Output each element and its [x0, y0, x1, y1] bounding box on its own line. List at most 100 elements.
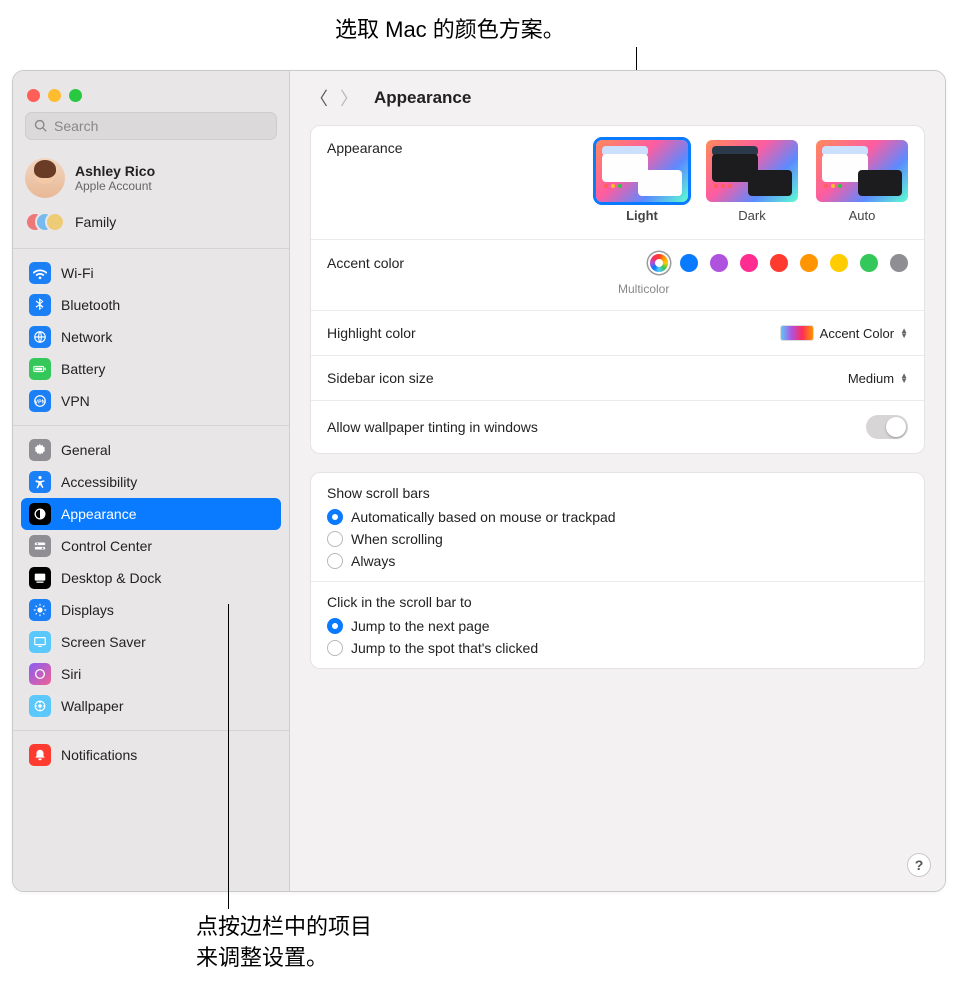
wallpaper-tinting-row: Allow wallpaper tinting in windows	[311, 401, 924, 453]
sidebar-item-displays[interactable]: Displays	[21, 594, 281, 626]
callout-bottom: 点按边栏中的项目 来调整设置。	[196, 912, 372, 974]
sidebar-item-battery[interactable]: Battery	[21, 353, 281, 385]
sidebar-item-label: Displays	[61, 602, 114, 618]
accent-swatch-red[interactable]	[770, 254, 788, 272]
accent-swatch-blue[interactable]	[680, 254, 698, 272]
sidebar-icon-size-value: Medium	[848, 371, 894, 386]
divider	[13, 248, 289, 249]
accent-swatch-pink[interactable]	[740, 254, 758, 272]
avatar	[25, 158, 65, 198]
content-scroll: Appearance Light	[290, 125, 945, 891]
sidebar-item-general[interactable]: General	[21, 434, 281, 466]
zoom-window-button[interactable]	[69, 89, 82, 102]
sidebar-item-label: Wallpaper	[61, 698, 124, 714]
scrollbars-opt-always[interactable]: Always	[327, 553, 908, 569]
radio-label: Automatically based on mouse or trackpad	[351, 509, 616, 525]
accent-swatches	[650, 254, 908, 272]
thumb-dark-preview	[706, 140, 798, 202]
accent-selected-name: Multicolor	[618, 282, 908, 296]
radio-icon	[327, 531, 343, 547]
thumb-auto-preview	[816, 140, 908, 202]
thumb-label: Auto	[849, 208, 876, 223]
accent-swatch-orange[interactable]	[800, 254, 818, 272]
sidebar-icon-size-dropdown[interactable]: Medium ▲▼	[848, 371, 908, 386]
appearance-icon	[29, 503, 51, 525]
appearance-option-auto[interactable]: Auto	[816, 140, 908, 223]
scrollclick-title: Click in the scroll bar to	[327, 594, 908, 610]
accent-swatch-green[interactable]	[860, 254, 878, 272]
close-window-button[interactable]	[27, 89, 40, 102]
sidebar-icon-size-row: Sidebar icon size Medium ▲▼	[311, 356, 924, 401]
accessibility-icon	[29, 471, 51, 493]
accent-swatch-purple[interactable]	[710, 254, 728, 272]
row-label-tinting: Allow wallpaper tinting in windows	[327, 419, 538, 435]
nav-group-connectivity: Wi-Fi Bluetooth Network Battery VPN VPN	[13, 253, 289, 421]
search-wrap: Search	[13, 108, 289, 152]
sidebar-item-wallpaper[interactable]: Wallpaper	[21, 690, 281, 722]
sidebar-item-label: VPN	[61, 393, 90, 409]
accent-color-row: Accent color Multi	[311, 240, 924, 311]
sidebar-item-appearance[interactable]: Appearance	[21, 498, 281, 530]
account-text: Ashley Rico Apple Account	[75, 163, 155, 193]
gear-icon	[29, 439, 51, 461]
callout-bottom-line2: 来调整设置。	[196, 943, 372, 974]
family-row[interactable]: Family	[13, 204, 289, 244]
scrollclick-opt-spot[interactable]: Jump to the spot that's clicked	[327, 640, 908, 656]
main-content: 〈 〉 Appearance Appearance Light	[290, 71, 945, 891]
svg-text:VPN: VPN	[35, 400, 46, 406]
row-label-sidebar-icon: Sidebar icon size	[327, 370, 434, 386]
radio-label: Always	[351, 553, 395, 569]
apple-account-row[interactable]: Ashley Rico Apple Account	[13, 152, 289, 204]
highlight-color-dropdown[interactable]: Accent Color ▲▼	[780, 325, 908, 341]
accent-swatch-graphite[interactable]	[890, 254, 908, 272]
network-icon	[29, 326, 51, 348]
sidebar-item-vpn[interactable]: VPN VPN	[21, 385, 281, 417]
sidebar-item-network[interactable]: Network	[21, 321, 281, 353]
appearance-card: Appearance Light	[310, 125, 925, 454]
help-button[interactable]: ?	[907, 853, 931, 877]
scrollbars-title: Show scroll bars	[327, 485, 908, 501]
sidebar-item-wifi[interactable]: Wi-Fi	[21, 257, 281, 289]
callout-bottom-line1: 点按边栏中的项目	[196, 912, 372, 943]
radio-icon	[327, 553, 343, 569]
sidebar-item-accessibility[interactable]: Accessibility	[21, 466, 281, 498]
sidebar-item-notifications[interactable]: Notifications	[21, 739, 281, 771]
sidebar-item-desktop-dock[interactable]: Desktop & Dock	[21, 562, 281, 594]
sidebar-item-screen-saver[interactable]: Screen Saver	[21, 626, 281, 658]
sidebar: Search Ashley Rico Apple Account Family …	[13, 71, 290, 891]
wallpaper-icon	[29, 695, 51, 717]
accent-swatch-yellow[interactable]	[830, 254, 848, 272]
scrollbars-group: Show scroll bars Automatically based on …	[311, 473, 924, 668]
radio-label: When scrolling	[351, 531, 443, 547]
siri-icon	[29, 663, 51, 685]
appearance-option-light[interactable]: Light	[596, 140, 688, 223]
row-label-accent: Accent color	[327, 255, 404, 271]
sidebar-item-label: Appearance	[61, 506, 137, 522]
callout-top: 选取 Mac 的颜色方案。	[335, 12, 565, 44]
scrollclick-opt-nextpage[interactable]: Jump to the next page	[327, 618, 908, 634]
highlight-value: Accent Color	[820, 326, 894, 341]
radio-icon	[327, 509, 343, 525]
scroll-card: Show scroll bars Automatically based on …	[310, 472, 925, 669]
appearance-option-dark[interactable]: Dark	[706, 140, 798, 223]
search-input[interactable]: Search	[25, 112, 277, 140]
appearance-thumbs: Light Dark	[596, 140, 908, 223]
notifications-icon	[29, 744, 51, 766]
vpn-icon: VPN	[29, 390, 51, 412]
screen-saver-icon	[29, 631, 51, 653]
toolbar: 〈 〉 Appearance	[290, 71, 945, 125]
control-center-icon	[29, 535, 51, 557]
accent-swatch-multicolor[interactable]	[650, 254, 668, 272]
wallpaper-tinting-toggle[interactable]	[866, 415, 908, 439]
minimize-window-button[interactable]	[48, 89, 61, 102]
divider	[13, 730, 289, 731]
forward-button[interactable]: 〉	[340, 85, 358, 111]
sidebar-item-siri[interactable]: Siri	[21, 658, 281, 690]
sidebar-item-control-center[interactable]: Control Center	[21, 530, 281, 562]
back-button[interactable]: 〈	[310, 85, 328, 111]
scrollbars-opt-scrolling[interactable]: When scrolling	[327, 531, 908, 547]
scrollbars-opt-auto[interactable]: Automatically based on mouse or trackpad	[327, 509, 908, 525]
sidebar-item-bluetooth[interactable]: Bluetooth	[21, 289, 281, 321]
sidebar-item-label: Notifications	[61, 747, 137, 763]
bluetooth-icon	[29, 294, 51, 316]
